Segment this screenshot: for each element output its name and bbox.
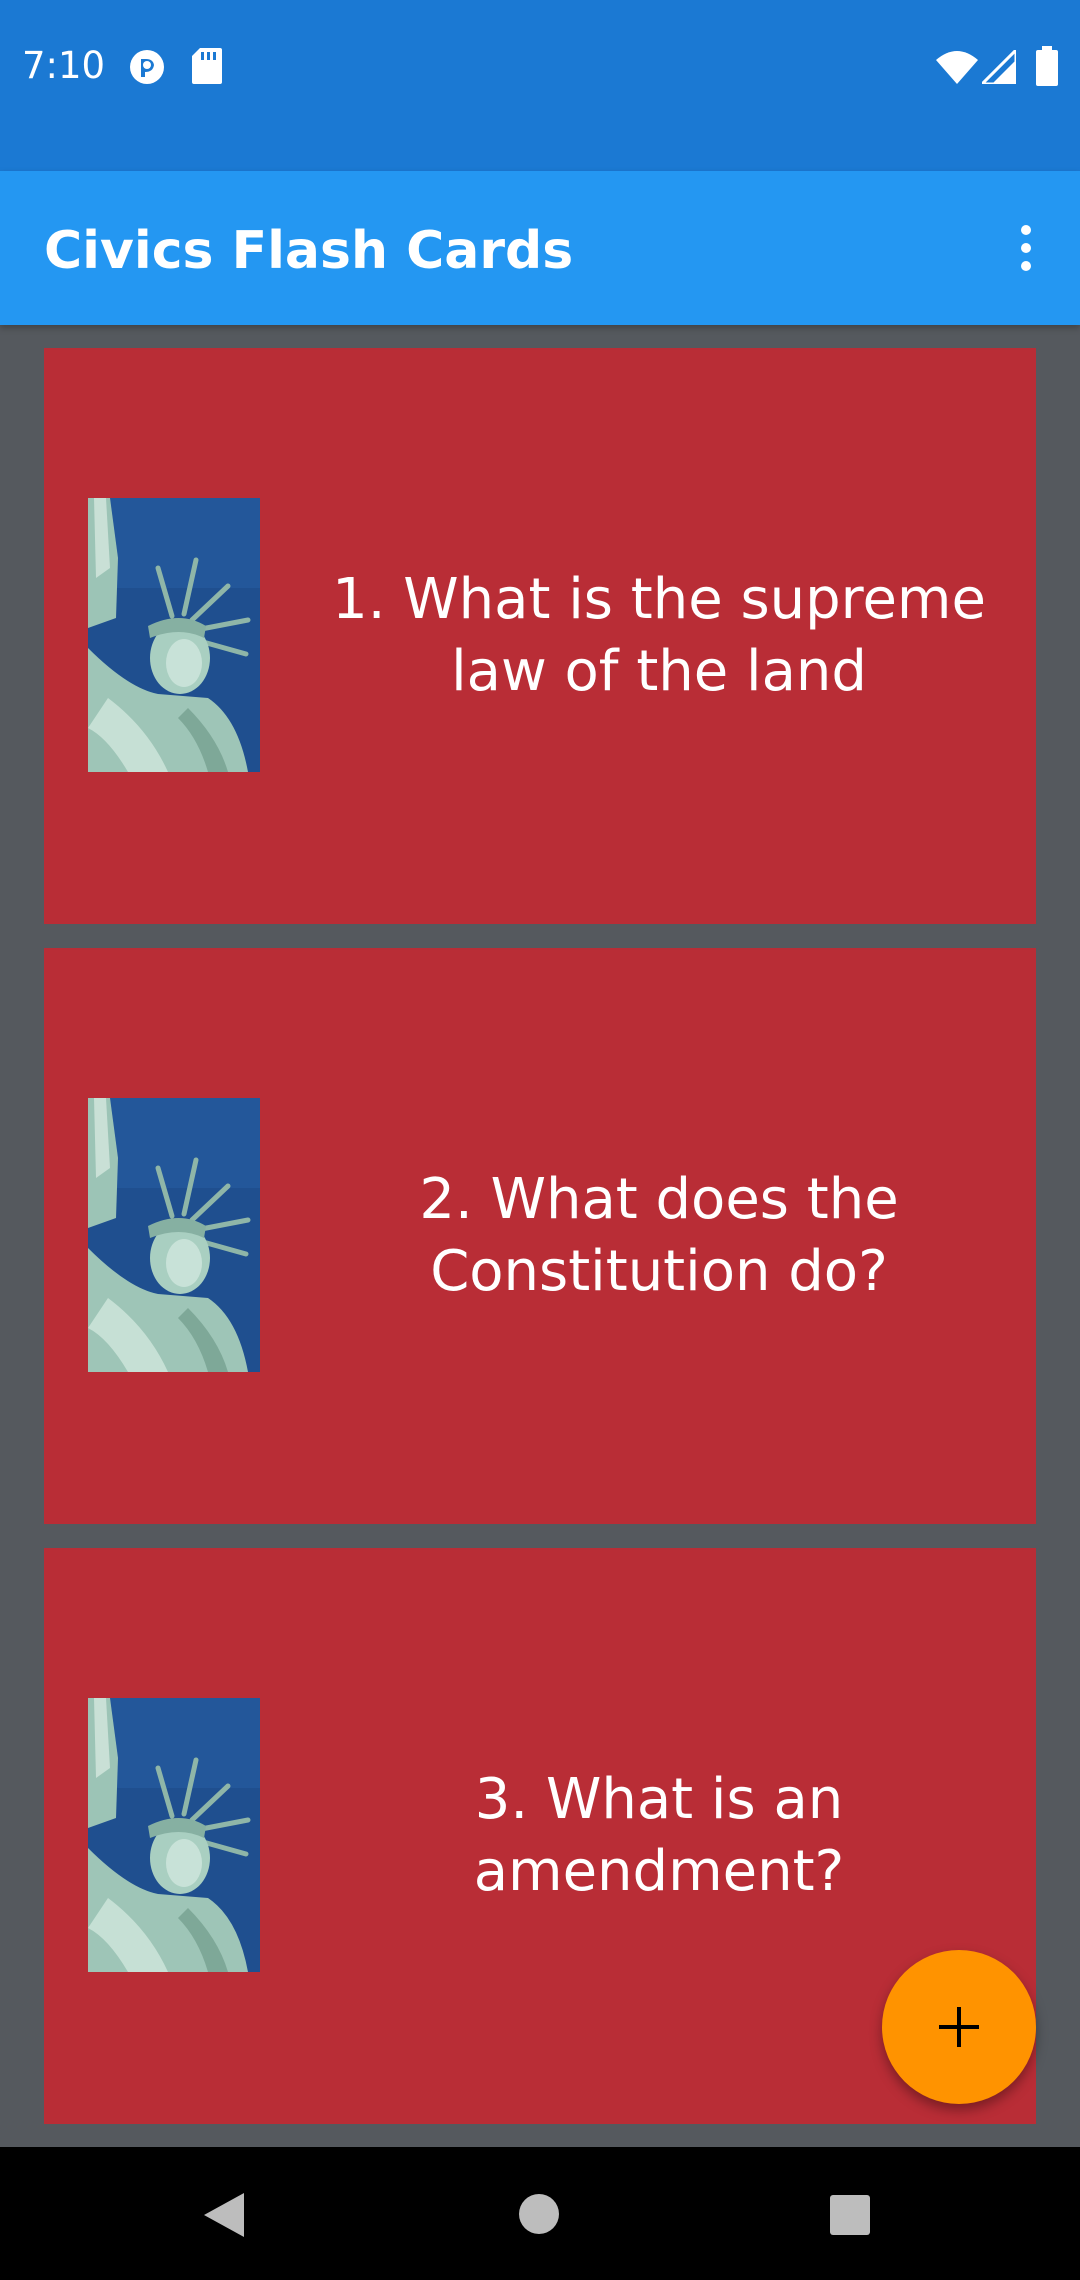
signal-icon [978, 46, 1018, 89]
back-icon[interactable] [204, 2193, 246, 2242]
flash-card-question: 1. What is the supreme law of the land [332, 567, 986, 704]
wifi-icon [936, 50, 978, 89]
add-card-button[interactable] [882, 1950, 1036, 2104]
flash-card-list[interactable]: 1. What is the supreme law of the land 2… [0, 325, 1080, 2147]
flash-card[interactable]: 2. What does the Constitution do? [44, 948, 1036, 1524]
app-bar: Civics Flash Cards [0, 171, 1080, 325]
app-title: Civics Flash Cards [44, 221, 574, 281]
plus-icon [939, 2007, 979, 2047]
statue-of-liberty-image [88, 1098, 260, 1372]
statue-of-liberty-image [88, 1698, 260, 1972]
home-icon[interactable] [518, 2193, 560, 2240]
status-time: 7:10 [22, 44, 106, 87]
status-bar: 7:10 [0, 0, 1080, 171]
recents-icon[interactable] [830, 2195, 870, 2240]
system-nav-bar [0, 2147, 1080, 2280]
flash-card[interactable]: 1. What is the supreme law of the land [44, 348, 1036, 924]
battery-icon [1036, 46, 1058, 91]
statue-of-liberty-image [88, 498, 260, 772]
more-vert-icon[interactable] [996, 215, 1056, 281]
flash-card-question: 2. What does the Constitution do? [419, 1167, 899, 1304]
pocket-casts-icon [128, 48, 166, 91]
sd-card-icon [192, 48, 222, 89]
